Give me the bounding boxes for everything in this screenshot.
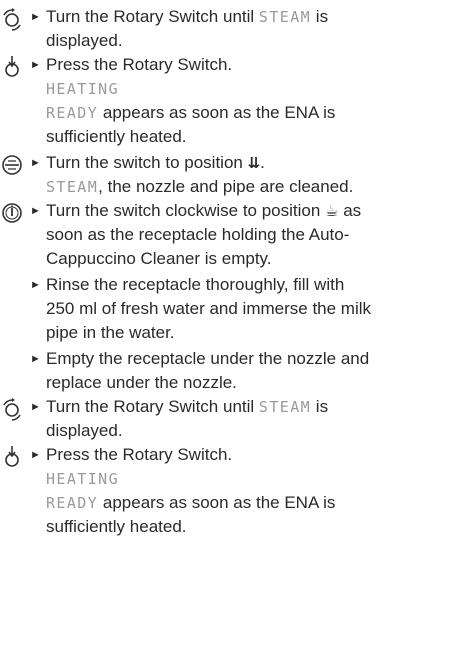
display-text: HEATING [46,80,120,98]
step-line: Turn the switch to position ⇊. [46,153,265,172]
rotary-turn-icon [0,397,24,421]
step-line: READY appears as soon as the ENA is [46,103,336,122]
display-text: READY [46,104,99,122]
display-text: READY [46,494,99,512]
bullet-arrow: ► [30,449,41,461]
display-text: STEAM [258,398,312,416]
step-line: Press the Rotary Switch. [46,55,233,74]
bullet-arrow: ► [30,401,41,413]
step-line: STEAM, the nozzle and pipe are cleaned. [46,177,354,196]
step-line: Cappuccino Cleaner is empty. [46,249,272,268]
switch-clockwise-icon [0,201,24,225]
step-line: Empty the receptacle under the nozzle an… [46,349,370,368]
step-line: pipe in the water. [46,323,175,342]
bullet-arrow: ► [30,157,41,169]
step-line: 250 ml of fresh water and immerse the mi… [46,299,372,318]
step-line: displayed. [46,31,123,50]
step-line: HEATING [46,78,456,100]
bullet-arrow: ► [30,279,41,291]
step-line: Rinse the receptacle thoroughly, fill wi… [46,275,345,294]
bullet-arrow: ► [30,11,41,23]
step-line: Turn the Rotary Switch until STEAM is [46,7,329,26]
step-line: soon as the receptacle holding the Auto- [46,225,350,244]
steam-position-icon: ⇊ [247,155,261,172]
display-text: HEATING [46,470,120,488]
step-line: replace under the nozzle. [46,373,237,392]
rotary-press-icon [0,55,24,79]
step-line: Press the Rotary Switch. [46,445,233,464]
bullet-arrow: ► [30,353,41,365]
rotary-press-icon [0,445,24,469]
step-line: HEATING [46,468,456,490]
step-line: READY appears as soon as the ENA is [46,493,336,512]
switch-position-icon [0,153,24,177]
step-line: Turn the switch clockwise to position ☕ … [46,201,362,220]
cup-position-icon: ☕ [325,203,339,220]
display-text: STEAM [46,178,99,196]
display-text: STEAM [258,8,312,26]
step-line: displayed. [46,421,123,440]
step-line: sufficiently heated. [46,517,187,536]
step-line: Turn the Rotary Switch until STEAM is [46,397,329,416]
bullet-arrow: ► [30,59,41,71]
rotary-turn-icon [0,7,24,31]
bullet-arrow: ► [30,205,41,217]
step-line: sufficiently heated. [46,127,187,146]
